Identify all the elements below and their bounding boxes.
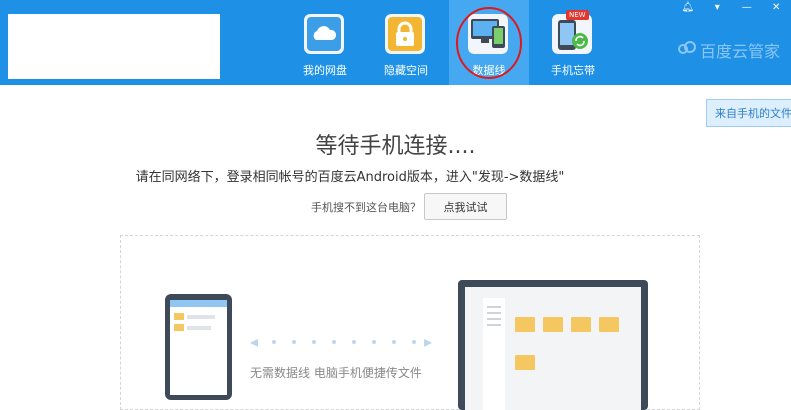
phone-status-bar (170, 300, 227, 307)
minimize-icon[interactable]: — (737, 0, 757, 14)
window-controls: 🔔︎ ▾ — ✕ (673, 0, 791, 14)
arrow-left-icon: ◂ (250, 332, 259, 351)
phone-sync-icon (552, 14, 592, 54)
dot (392, 340, 396, 344)
dot (352, 340, 356, 344)
folder-icon (515, 355, 535, 370)
top-toolbar: 🔔︎ ▾ — ✕ 我的网盘 隐藏空间 数据线 NEW 手机忘带 百度云管家 (0, 0, 791, 85)
page-title: 等待手机连接.... (315, 134, 476, 159)
bell-icon[interactable]: 🔔︎ (678, 0, 698, 14)
new-badge: NEW (566, 10, 589, 20)
dot (292, 340, 296, 344)
folder-icon (515, 317, 535, 332)
nav-label: 隐藏空间 (384, 64, 428, 77)
menu-icon[interactable]: ▾ (707, 0, 727, 14)
nav-item-forgot-phone[interactable]: NEW 手机忘带 (533, 0, 613, 85)
try-button[interactable]: 点我试试 (424, 193, 507, 220)
lock-icon (385, 14, 425, 54)
divider (187, 326, 211, 330)
folder-icon (543, 317, 563, 332)
nav-label: 我的网盘 (303, 64, 347, 77)
dot (312, 340, 316, 344)
transfer-arrows: ◂ ▸ (250, 334, 436, 350)
computer-illustration (458, 280, 648, 410)
phone-illustration (165, 294, 232, 400)
divider (487, 312, 501, 314)
folder-icon (571, 317, 591, 332)
phone-screen (170, 300, 227, 395)
sidebar (483, 298, 505, 410)
divider (487, 324, 501, 326)
nav-item-data-cable[interactable]: 数据线 (449, 0, 529, 85)
dot (412, 340, 416, 344)
instruction-text: 请在同网络下，登录相同帐号的百度云Android版本，进入"发现->数据线" (135, 170, 565, 185)
folder-icon (174, 313, 184, 320)
caption-text: 无需数据线 电脑手机便捷传文件 (250, 366, 422, 380)
folder-icon (599, 317, 619, 332)
arrow-right-icon: ▸ (424, 332, 433, 351)
files-from-phone-button[interactable]: 来自手机的文件 (706, 99, 791, 127)
close-icon[interactable]: ✕ (766, 0, 786, 14)
dot (332, 340, 336, 344)
divider (187, 315, 215, 319)
redacted-area (8, 14, 220, 79)
nav-label: 手机忘带 (551, 64, 595, 77)
brand-name: 百度云管家 (700, 42, 781, 61)
computer-screen (465, 287, 641, 410)
divider (487, 318, 501, 320)
annotation-circle (456, 7, 522, 79)
cloud-icon (304, 14, 344, 54)
folder-icon (174, 324, 184, 331)
dot (272, 340, 276, 344)
dot (372, 340, 376, 344)
hint-text: 手机搜不到这台电脑？ (311, 201, 421, 214)
nav-item-hidden-space[interactable]: 隐藏空间 (366, 0, 446, 85)
divider (487, 306, 501, 308)
baidu-cloud-logo-icon (678, 41, 696, 54)
nav-item-my-disk[interactable]: 我的网盘 (285, 0, 365, 85)
